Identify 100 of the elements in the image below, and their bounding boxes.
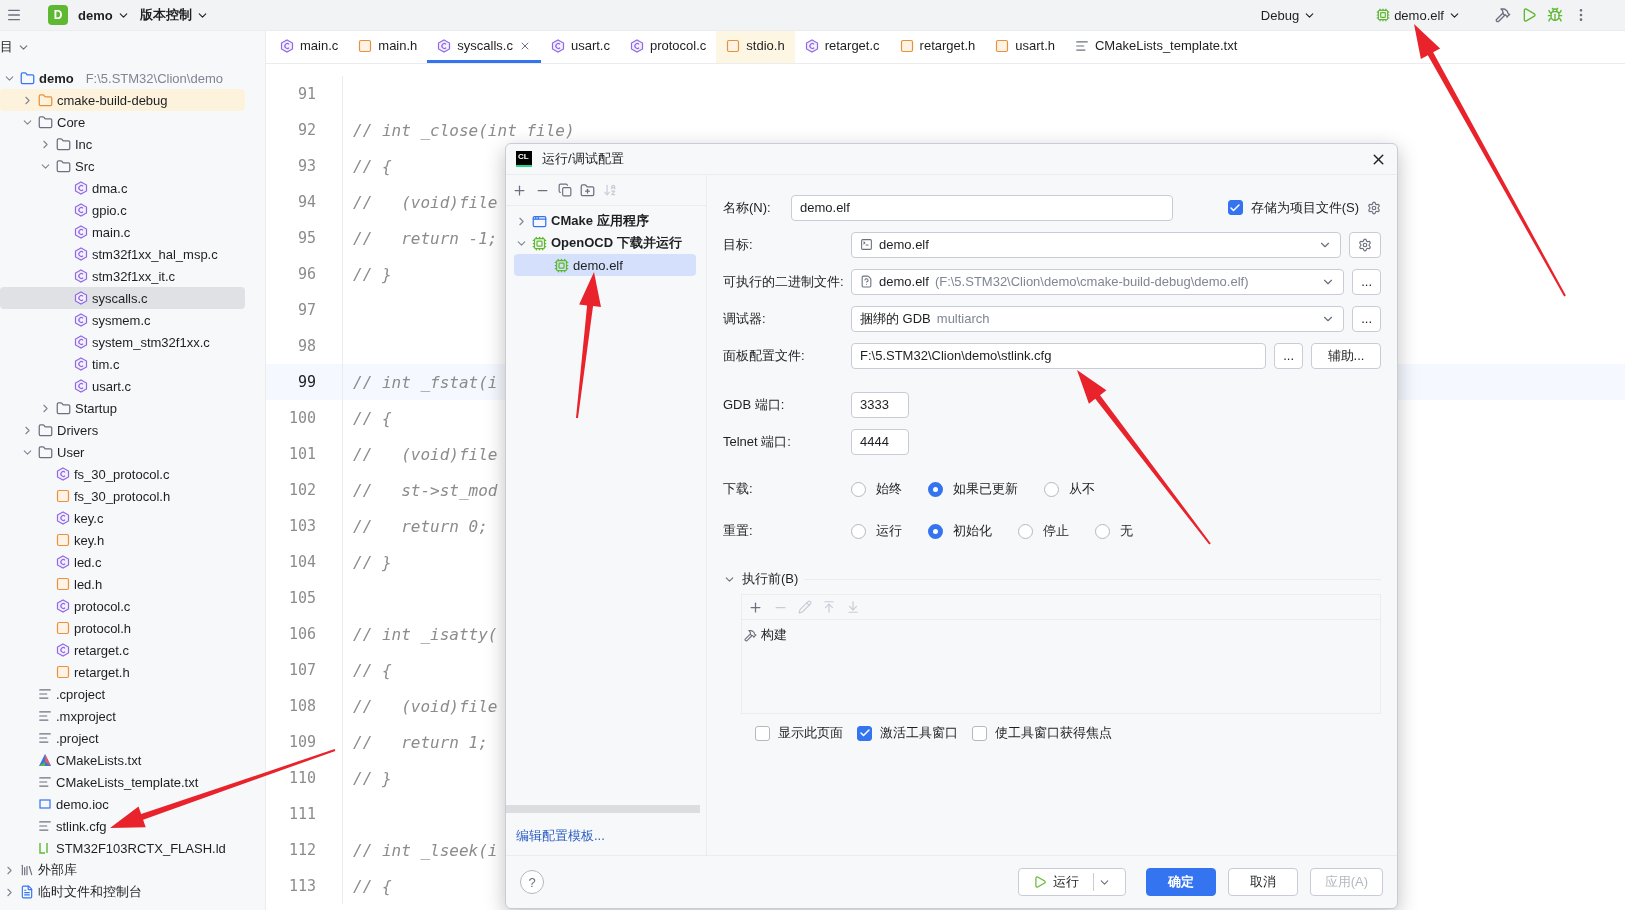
run-button[interactable]: 运行 <box>1017 868 1126 896</box>
board-config-field[interactable]: F:\5.STM32\Clion\demo\stlink.cfg <box>851 342 1267 369</box>
section-title[interactable]: 执行前(B) <box>742 570 799 588</box>
tree-item[interactable]: 外部库 <box>0 859 245 881</box>
target-select[interactable]: demo.elf <box>851 231 1341 258</box>
tree-item[interactable]: demo.ioc <box>0 793 245 815</box>
tree-item[interactable]: retarget.h <box>0 661 245 683</box>
tree-item[interactable]: 临时文件和控制台 <box>0 881 245 903</box>
tree-item[interactable]: Inc <box>0 133 245 155</box>
tree-item[interactable]: key.c <box>0 507 245 529</box>
browse-button[interactable]: ... <box>1352 268 1381 295</box>
run-icon[interactable] <box>1521 7 1537 23</box>
tree-item[interactable]: demo F:\5.STM32\Clion\demo <box>0 67 245 89</box>
tree-item[interactable]: Startup <box>0 397 245 419</box>
menu-icon[interactable] <box>6 7 22 23</box>
browse-button[interactable]: ... <box>1274 342 1303 369</box>
editor-tab[interactable]: main.h <box>348 31 428 63</box>
help-button[interactable]: ? <box>520 870 544 894</box>
debugger-select[interactable]: 捆绑的 GDB multiarch <box>851 305 1345 332</box>
editor-tab[interactable]: retarget.h <box>889 31 986 63</box>
radio-option[interactable]: 运行 <box>851 522 902 540</box>
radio-option[interactable]: 无 <box>1095 522 1133 540</box>
panel-title[interactable]: 目 <box>0 38 13 56</box>
tree-item[interactable]: gpio.c <box>0 199 245 221</box>
editor-tab[interactable]: protocol.c <box>619 31 717 63</box>
vcs-menu[interactable]: 版本控制 <box>139 6 209 24</box>
radio-option[interactable]: 如果已更新 <box>928 480 1018 498</box>
checkbox[interactable]: 存储为项目文件(S) <box>1227 198 1359 217</box>
tree-item[interactable]: syscalls.c <box>0 287 245 309</box>
tree-item[interactable]: CMakeLists.txt <box>0 749 245 771</box>
tree-item[interactable]: .project <box>0 727 245 749</box>
tree-item[interactable]: Drivers <box>0 419 245 441</box>
radio-option[interactable]: 停止 <box>1018 522 1069 540</box>
tree-item[interactable]: stlink.cfg <box>0 815 245 837</box>
radio-option[interactable]: 初始化 <box>928 522 992 540</box>
tree-item[interactable]: cmake-build-debug <box>0 89 245 111</box>
task-item[interactable]: 构建 <box>761 626 787 644</box>
editor-tab[interactable]: usart.h <box>985 31 1065 63</box>
config-tree-item[interactable]: demo.elf <box>514 254 696 276</box>
hammer-icon[interactable] <box>1495 7 1511 23</box>
tree-item[interactable]: usart.c <box>0 375 245 397</box>
tree-item[interactable]: protocol.c <box>0 595 245 617</box>
tree-item[interactable]: .mxproject <box>0 705 245 727</box>
tree-item[interactable]: system_stm32f1xx.c <box>0 331 245 353</box>
tree-item[interactable]: sysmem.c <box>0 309 245 331</box>
code-line: // (void)file <box>353 192 498 212</box>
assist-button[interactable]: 辅助... <box>1311 342 1381 369</box>
editor-tab[interactable]: syscalls.c <box>427 31 541 63</box>
radio-option[interactable]: 从不 <box>1044 480 1095 498</box>
project-selector[interactable]: demo <box>78 7 130 23</box>
browse-button[interactable]: ... <box>1352 305 1381 332</box>
tree-item[interactable]: protocol.h <box>0 617 245 639</box>
executable-select[interactable]: demo.elf (F:\5.STM32\Clion\demo\cmake-build-debug\demo.elf) <box>851 268 1345 295</box>
tree-item[interactable]: Src <box>0 155 245 177</box>
terminal-icon <box>860 238 873 251</box>
settings-button[interactable] <box>1349 231 1381 258</box>
dialog-button[interactable]: 取消 <box>1227 868 1298 896</box>
tree-item[interactable]: stm32f1xx_it.c <box>0 265 245 287</box>
editor-tab[interactable]: main.c <box>270 31 349 63</box>
line-number: 113 <box>287 877 316 895</box>
checkbox[interactable]: 激活工具窗口 <box>857 724 958 742</box>
tree-item[interactable]: stm32f1xx_hal_msp.c <box>0 243 245 265</box>
editor-tab[interactable]: usart.c <box>540 31 620 63</box>
add-icon[interactable] <box>512 182 527 198</box>
radio-option[interactable]: 始终 <box>851 480 902 498</box>
tree-item[interactable]: led.h <box>0 573 245 595</box>
tree-item-label: dma.c <box>92 180 128 196</box>
port-field[interactable]: 3333 <box>851 391 909 418</box>
scrollbar[interactable] <box>506 805 700 813</box>
checkbox[interactable]: 显示此页面 <box>755 724 843 742</box>
tree-item[interactable]: fs_30_protocol.h <box>0 485 245 507</box>
copy-icon[interactable] <box>558 183 572 197</box>
tree-item[interactable]: CMakeLists_template.txt <box>0 771 245 793</box>
editor-tab[interactable]: stdio.h <box>716 31 795 63</box>
edit-templates-link[interactable]: 编辑配置模板... <box>506 813 706 855</box>
editor-tab[interactable]: retarget.c <box>794 31 890 63</box>
tree-item[interactable]: STM32F103RCTX_FLASH.ld <box>0 837 245 859</box>
tree-item[interactable]: key.h <box>0 529 245 551</box>
name-field[interactable]: demo.elf <box>791 194 1173 221</box>
folder-add-icon[interactable] <box>580 182 595 198</box>
add-icon[interactable] <box>748 599 763 615</box>
build-config-selector[interactable]: Debug <box>1260 7 1317 23</box>
tree-item[interactable]: led.c <box>0 551 245 573</box>
ok-button[interactable]: 确定 <box>1145 868 1216 896</box>
editor-tab[interactable]: CMakeLists_template.txt <box>1065 31 1248 63</box>
tree-item[interactable]: tim.c <box>0 353 245 375</box>
tree-item[interactable]: .cproject <box>0 683 245 705</box>
tree-item[interactable]: Core <box>0 111 245 133</box>
port-field[interactable]: 4444 <box>851 428 909 455</box>
run-config-selector[interactable]: demo.elf <box>1376 7 1461 23</box>
tree-item[interactable]: fs_30_protocol.c <box>0 463 245 485</box>
config-tree-item[interactable]: OpenOCD 下载并运行 <box>514 232 696 254</box>
checkbox[interactable]: 使工具窗口获得焦点 <box>972 724 1112 742</box>
tree-item[interactable]: main.c <box>0 221 245 243</box>
tree-item[interactable]: dma.c <box>0 177 245 199</box>
tree-item[interactable]: User <box>0 441 245 463</box>
bug-icon[interactable] <box>1547 7 1563 23</box>
config-tree-item[interactable]: CMake 应用程序 <box>514 210 696 232</box>
settings-icon[interactable] <box>1367 200 1381 215</box>
tree-item[interactable]: retarget.c <box>0 639 245 661</box>
